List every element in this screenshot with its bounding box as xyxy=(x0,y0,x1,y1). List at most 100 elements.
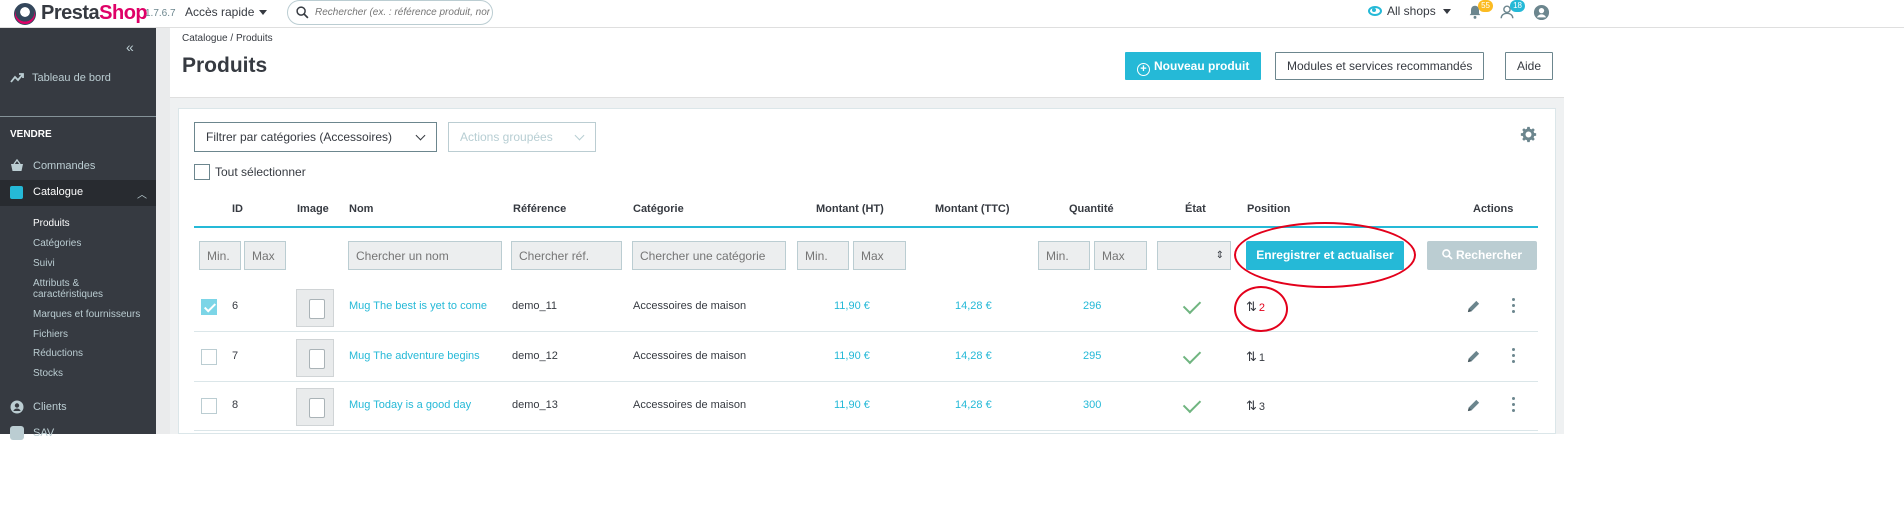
col-header-position[interactable]: Position xyxy=(1247,203,1290,215)
product-name-link[interactable]: Mug Today is a good day xyxy=(349,399,471,411)
save-and-refresh-button[interactable]: Enregistrer et actualiser xyxy=(1246,241,1404,270)
sidebar-item-orders[interactable]: Commandes xyxy=(10,159,95,173)
sort-arrows-icon: ⇅ xyxy=(1246,398,1257,413)
breadcrumb-catalog[interactable]: Catalogue xyxy=(182,33,228,44)
row-checkbox[interactable] xyxy=(201,398,217,414)
sidebar-subitem-products[interactable]: Produits xyxy=(33,218,70,229)
pencil-icon[interactable] xyxy=(1466,398,1481,413)
version-label: 1.7.6.7 xyxy=(145,8,176,19)
status-filter-select[interactable] xyxy=(1157,241,1231,270)
product-name-link[interactable]: Mug The best is yet to come xyxy=(349,300,487,312)
product-name-link[interactable]: Mug The adventure begins xyxy=(349,350,480,362)
col-header-quantity[interactable]: Quantité xyxy=(1069,203,1114,215)
table-row[interactable]: 6 Mug The best is yet to come demo_11 Acces… xyxy=(194,283,1538,332)
quantity-min-input[interactable] xyxy=(1038,241,1090,270)
bulk-actions-dropdown[interactable]: Actions groupées xyxy=(448,122,596,152)
product-quantity[interactable]: 295 xyxy=(1083,350,1101,362)
pencil-icon[interactable] xyxy=(1466,299,1481,314)
col-header-price-ht[interactable]: Montant (HT) xyxy=(816,203,884,215)
product-price-ht: 11,90 € xyxy=(834,300,870,312)
pencil-icon[interactable] xyxy=(1466,349,1481,364)
sidebar-subitem-discounts[interactable]: Réductions xyxy=(33,348,83,359)
price-ht-min-input[interactable] xyxy=(797,241,849,270)
quantity-max-input[interactable] xyxy=(1094,241,1147,270)
check-icon[interactable] xyxy=(1182,394,1202,414)
product-thumbnail[interactable] xyxy=(296,289,334,327)
check-icon[interactable] xyxy=(1182,345,1202,365)
product-price-ttc: 14,28 € xyxy=(955,300,992,312)
sidebar-section-title: VENDRE xyxy=(10,129,52,140)
sidebar-subitem-files[interactable]: Fichiers xyxy=(33,329,68,340)
price-ht-max-input[interactable] xyxy=(853,241,906,270)
cart-icon xyxy=(11,159,23,171)
gear-icon[interactable] xyxy=(1520,126,1537,143)
product-thumbnail[interactable] xyxy=(296,339,334,377)
shop-selector[interactable]: All shops xyxy=(1368,4,1451,18)
col-header-status[interactable]: État xyxy=(1185,203,1206,215)
help-button[interactable]: Aide xyxy=(1505,52,1554,80)
sidebar-subitem-monitoring[interactable]: Suivi xyxy=(33,258,55,269)
product-quantity[interactable]: 300 xyxy=(1083,399,1101,411)
position-handle[interactable]: ⇅ 3 xyxy=(1246,398,1265,414)
search-input[interactable] xyxy=(315,7,490,18)
id-min-input[interactable] xyxy=(199,241,241,270)
bell-icon[interactable]: 55 xyxy=(1467,0,1493,22)
search-icon xyxy=(1442,249,1453,260)
sort-arrows-icon: ⇅ xyxy=(1246,299,1257,314)
row-checkbox[interactable] xyxy=(201,299,217,315)
name-filter-input[interactable] xyxy=(348,241,502,270)
sidebar-item-sav[interactable]: SAV xyxy=(10,426,54,440)
new-product-button[interactable]: + Nouveau produit xyxy=(1125,52,1262,80)
collapse-sidebar-icon[interactable]: « xyxy=(126,39,134,55)
quick-access-menu[interactable]: Accès rapide xyxy=(185,5,267,19)
col-header-name[interactable]: Nom xyxy=(349,203,373,215)
col-header-image: Image xyxy=(297,203,329,215)
kebab-icon[interactable] xyxy=(1512,348,1516,366)
col-header-reference[interactable]: Référence xyxy=(513,203,566,215)
product-reference: demo_13 xyxy=(512,399,558,411)
position-handle[interactable]: ⇅ 2 xyxy=(1246,299,1265,315)
col-header-price-ttc[interactable]: Montant (TTC) xyxy=(935,203,1010,215)
select-all[interactable]: Tout sélectionner xyxy=(194,164,306,180)
col-header-category[interactable]: Catégorie xyxy=(633,203,684,215)
position-handle[interactable]: ⇅ 1 xyxy=(1246,349,1265,365)
logo[interactable]: PrestaShop xyxy=(14,2,148,25)
id-max-input[interactable] xyxy=(244,241,286,270)
sidebar-subitem-stocks[interactable]: Stocks xyxy=(33,368,63,379)
plus-icon: + xyxy=(1137,63,1150,76)
kebab-icon[interactable] xyxy=(1512,397,1516,415)
sidebar-item-dashboard[interactable]: Tableau de bord xyxy=(10,72,111,84)
search-button[interactable]: Rechercher xyxy=(1427,241,1537,270)
table-row[interactable]: 7 Mug The adventure begins demo_12 Accessoi… xyxy=(194,333,1538,382)
logo-icon xyxy=(14,2,36,25)
sidebar-item-customers[interactable]: Clients xyxy=(10,400,67,414)
product-thumbnail[interactable] xyxy=(296,388,334,426)
category-filter-dropdown[interactable]: Filtrer par catégories (Accessoires) xyxy=(194,122,437,152)
check-icon[interactable] xyxy=(1182,295,1202,315)
user-icon[interactable] xyxy=(1533,4,1551,22)
customers-icon[interactable]: 18 xyxy=(1499,0,1525,22)
category-filter-input[interactable] xyxy=(632,241,786,270)
recommended-modules-button[interactable]: Modules et services recommandés xyxy=(1275,52,1485,80)
sidebar-subitem-brands[interactable]: Marques et fournisseurs xyxy=(33,309,140,320)
sidebar-subitem-attributes[interactable]: Attributs & caractéristiques xyxy=(33,278,123,300)
col-header-id[interactable]: ID xyxy=(232,203,243,215)
sidebar-subitem-categories[interactable]: Catégories xyxy=(33,238,81,249)
row-checkbox[interactable] xyxy=(201,349,217,365)
category-filter-label: Filtrer par catégories (Accessoires) xyxy=(206,130,393,144)
kebab-icon[interactable] xyxy=(1512,298,1516,316)
sidebar-item-catalog[interactable]: Catalogue ︿ xyxy=(0,180,156,206)
table-row[interactable]: 8 Mug Today is a good day demo_13 Accessoir… xyxy=(194,382,1538,431)
product-id: 7 xyxy=(232,350,239,362)
global-search[interactable] xyxy=(287,0,493,25)
select-all-checkbox[interactable] xyxy=(194,164,210,180)
product-quantity[interactable]: 296 xyxy=(1083,300,1101,312)
sidebar-item-label: Tableau de bord xyxy=(32,72,111,84)
product-id: 6 xyxy=(232,300,239,312)
product-price-ht: 11,90 € xyxy=(834,399,870,411)
page-header: Catalogue / Produits Produits + Nouveau p… xyxy=(170,28,1564,98)
product-reference: demo_11 xyxy=(512,300,558,312)
reference-filter-input[interactable] xyxy=(511,241,622,270)
orders-badge: 55 xyxy=(1478,0,1493,12)
breadcrumb-current: Produits xyxy=(235,33,273,44)
